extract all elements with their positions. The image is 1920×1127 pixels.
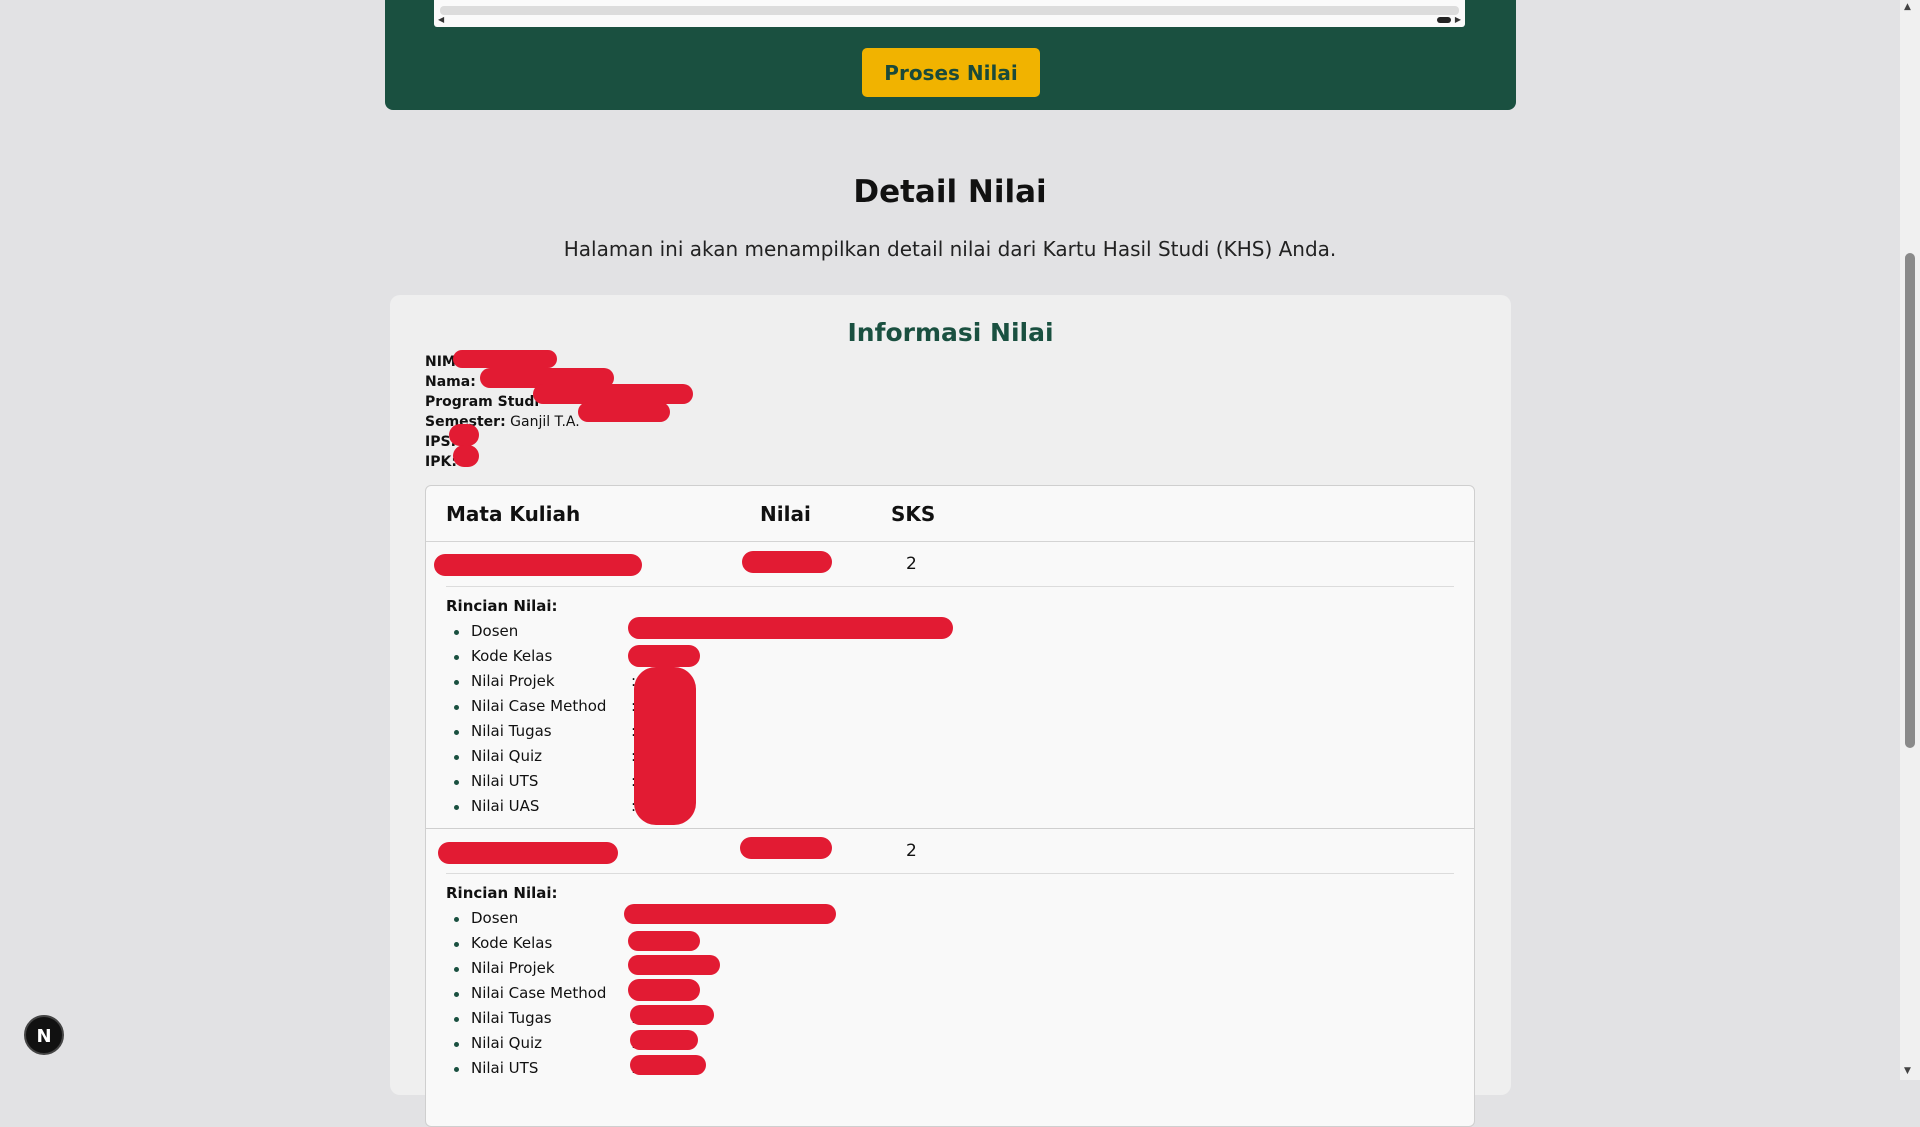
redaction-mark — [628, 979, 700, 1001]
detail-label: Nilai UAS — [471, 797, 540, 815]
rincian-nilai: Rincian Nilai: Dosen: Kode Kelas: Nilai … — [426, 874, 1474, 1081]
scroll-right-icon[interactable]: ▶ — [1455, 15, 1461, 25]
redaction-mark — [628, 645, 700, 667]
detail-label: Nilai Projek — [471, 672, 555, 690]
detail-label: Kode Kelas — [471, 934, 553, 952]
scroll-left-icon[interactable]: ◀ — [438, 15, 444, 25]
redaction-mark — [449, 424, 479, 446]
redaction-mark — [740, 837, 832, 859]
prodi-label: Program Studi — [425, 394, 540, 410]
detail-label: Nilai Projek — [471, 959, 555, 977]
table-row[interactable]: 2 — [426, 829, 1474, 874]
detail-dosen: Dosen: — [446, 906, 1474, 931]
header-nilai: Nilai — [760, 502, 811, 526]
form-panel: ◀ ▶ Proses Nilai — [385, 0, 1516, 110]
rincian-title: Rincian Nilai: — [446, 597, 558, 615]
table-header: Mata Kuliah Nilai SKS — [426, 486, 1474, 542]
course-block: 2 Rincian Nilai: Dosen: Kode Kelas: Nila… — [426, 542, 1474, 829]
redaction-mark — [628, 617, 953, 639]
redaction-mark — [630, 1055, 706, 1075]
detail-label: Dosen — [471, 909, 519, 927]
redaction-mark — [438, 842, 618, 864]
redaction-mark — [630, 1030, 698, 1050]
vertical-scrollbar[interactable]: ▲ ▼ — [1900, 0, 1920, 1080]
redaction-mark — [742, 551, 832, 573]
detail-nilai-tugas: Nilai Tugas: — [446, 1006, 1474, 1031]
detail-dosen: Dosen: — [446, 619, 1474, 644]
detail-label: Kode Kelas — [471, 647, 553, 665]
nextjs-dev-badge-icon[interactable]: N — [24, 1015, 64, 1055]
detail-label: Nilai UTS — [471, 772, 539, 790]
detail-nilai-projek: Nilai Projek: — [446, 669, 1474, 694]
sks-value: 2 — [906, 841, 917, 861]
ipk-row: IPK: — [425, 452, 580, 472]
detail-label: Nilai Case Method — [471, 984, 607, 1002]
nama-label: Nama: — [425, 374, 476, 390]
scroll-thumb[interactable] — [1437, 17, 1451, 23]
redaction-mark — [634, 667, 696, 825]
nilai-table: Mata Kuliah Nilai SKS 2 Rincian Nilai: D… — [425, 485, 1475, 1127]
scroll-up-icon[interactable]: ▲ — [1904, 2, 1911, 12]
detail-nilai-uts: Nilai UTS: — [446, 769, 1474, 794]
detail-nilai-case-method: Nilai Case Method: — [446, 694, 1474, 719]
rincian-title: Rincian Nilai: — [446, 884, 558, 902]
detail-nilai-uas: Nilai UAS: — [446, 794, 1474, 819]
redaction-mark — [624, 904, 836, 924]
card-title: Informasi Nilai — [847, 318, 1054, 347]
header-mata-kuliah: Mata Kuliah — [446, 502, 581, 526]
table-row[interactable]: 2 — [426, 542, 1474, 587]
detail-label: Nilai Quiz — [471, 747, 543, 765]
scroll-track[interactable] — [440, 6, 1459, 15]
informasi-nilai-card: Informasi Nilai NIM Nama: Program Studi … — [390, 295, 1511, 1127]
redaction-mark — [453, 350, 557, 368]
detail-kode-kelas: Kode Kelas: — [446, 644, 1474, 669]
detail-label: Nilai Quiz — [471, 1034, 543, 1052]
semester-row: Semester: Ganjil T.A. — [425, 412, 580, 432]
proses-nilai-button[interactable]: Proses Nilai — [862, 48, 1040, 97]
detail-label: Nilai UTS — [471, 1059, 539, 1077]
redaction-mark — [434, 554, 642, 576]
header-sks: SKS — [891, 502, 936, 526]
vertical-scroll-thumb[interactable] — [1905, 253, 1915, 748]
semester-value: Ganjil T.A. — [510, 414, 580, 430]
scroll-down-icon[interactable]: ▼ — [1904, 1066, 1911, 1076]
detail-label: Nilai Tugas — [471, 722, 552, 740]
detail-nilai-quiz: Nilai Quiz: — [446, 1031, 1474, 1056]
detail-nilai-quiz: Nilai Quiz: — [446, 744, 1474, 769]
redaction-mark — [628, 931, 700, 951]
detail-label: Dosen — [471, 622, 519, 640]
detail-list: Dosen: Kode Kelas: Nilai Projek: Nilai C… — [446, 619, 1474, 819]
redaction-mark — [630, 1005, 714, 1025]
redaction-mark — [628, 955, 720, 975]
redaction-mark — [453, 445, 479, 467]
course-block: 2 Rincian Nilai: Dosen: Kode Kelas: Nila… — [426, 829, 1474, 1081]
detail-label: Nilai Case Method — [471, 697, 607, 715]
detail-nilai-uts: Nilai UTS: — [446, 1056, 1474, 1081]
detail-label: Nilai Tugas — [471, 1009, 552, 1027]
detail-nilai-case-method: Nilai Case Method: — [446, 981, 1474, 1006]
redaction-mark — [533, 384, 693, 404]
detail-list: Dosen: Kode Kelas: Nilai Projek: Nilai C… — [446, 906, 1474, 1081]
sks-value: 2 — [906, 554, 917, 574]
nim-label: NIM — [425, 354, 456, 370]
detail-kode-kelas: Kode Kelas: — [446, 931, 1474, 956]
page-description: Halaman ini akan menampilkan detail nila… — [563, 237, 1337, 261]
detail-nilai-projek: Nilai Projek: — [446, 956, 1474, 981]
detail-nilai-tugas: Nilai Tugas: — [446, 719, 1474, 744]
page-title: Detail Nilai — [853, 174, 1047, 210]
horizontal-scrollbar[interactable]: ◀ ▶ — [434, 0, 1465, 27]
redaction-mark — [578, 402, 670, 422]
